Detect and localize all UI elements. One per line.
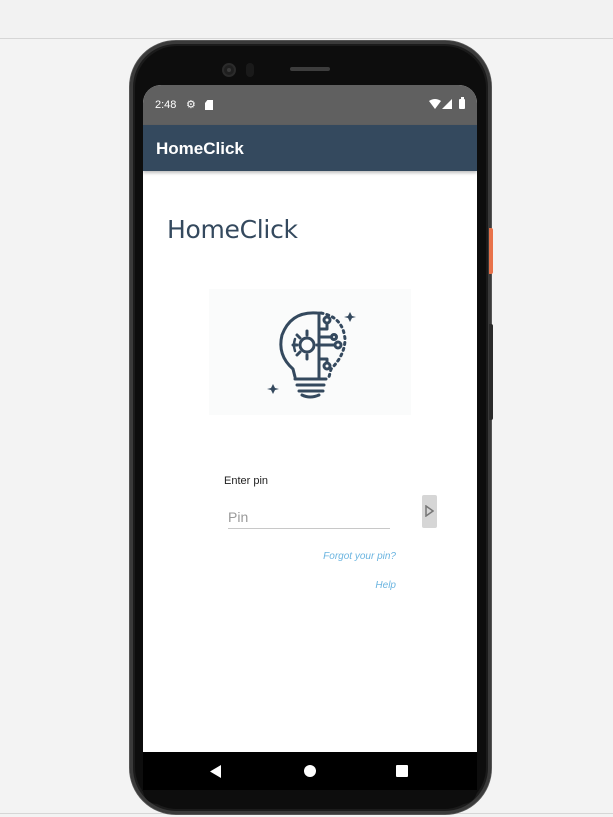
earpiece-speaker xyxy=(290,67,330,71)
settings-gear-icon: ⚙ xyxy=(186,99,196,111)
back-triangle-icon[interactable] xyxy=(210,765,222,778)
page-title: HomeClick xyxy=(167,215,298,244)
app-logo xyxy=(209,289,411,415)
status-time: 2:48 xyxy=(155,99,177,111)
power-button[interactable] xyxy=(489,228,493,274)
battery-icon xyxy=(459,97,465,109)
play-arrow-icon xyxy=(425,505,434,517)
signal-icon xyxy=(442,99,452,109)
front-camera xyxy=(222,63,236,77)
pin-label: Enter pin xyxy=(224,475,269,487)
app-bar: HomeClick xyxy=(143,125,477,171)
pin-input[interactable] xyxy=(228,505,390,529)
volume-button[interactable] xyxy=(489,324,493,420)
proximity-sensor xyxy=(246,63,254,77)
wifi-icon xyxy=(429,99,441,109)
forgot-pin-link[interactable]: Forgot your pin? xyxy=(323,551,396,562)
recents-square-icon[interactable] xyxy=(396,765,408,777)
app-bar-title: HomeClick xyxy=(156,139,244,158)
submit-pin-button[interactable] xyxy=(422,495,437,528)
phone-chin xyxy=(143,790,477,804)
sd-card-icon xyxy=(205,100,213,110)
status-bar: 2:48 ⚙ xyxy=(143,85,477,125)
lightbulb-circuit-icon xyxy=(267,311,356,399)
home-circle-icon[interactable] xyxy=(304,765,316,777)
browser-top-bar xyxy=(0,0,613,39)
navigation-bar xyxy=(143,752,477,790)
help-link[interactable]: Help xyxy=(375,580,396,591)
phone-screen: 2:48 ⚙ HomeClick HomeClick Enter pin Pin… xyxy=(143,85,477,790)
